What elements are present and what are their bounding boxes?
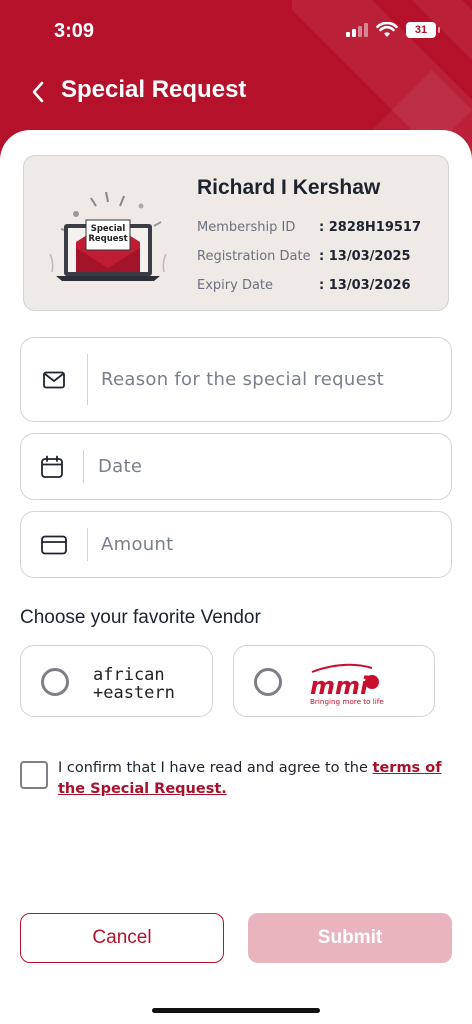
wifi-icon: [376, 22, 398, 37]
signal-icon: [346, 23, 368, 37]
info-label: Membership ID: [197, 220, 296, 235]
status-time: 3:09: [54, 20, 95, 42]
chevron-left-icon: [32, 81, 44, 103]
terms-statement: I confirm that I have read and agree to …: [58, 760, 373, 776]
date-icon-wrap: [21, 434, 83, 499]
mail-icon: [43, 371, 65, 388]
battery-icon: 31: [406, 22, 440, 38]
info-row-expiry-date: Expiry Date : 13/03/2026: [197, 278, 411, 293]
mmi-logo-text: mmi: [310, 672, 369, 700]
vendor-option-african-eastern[interactable]: african +eastern: [20, 645, 213, 717]
status-icons: 31: [346, 22, 440, 38]
african-eastern-logo: african +eastern: [93, 665, 175, 703]
member-name: Richard I Kershaw: [197, 176, 381, 199]
special-request-illustration: Special Request: [49, 191, 167, 281]
african-eastern-logo-line1: african: [93, 665, 165, 685]
membership-card: Special Request Richard I Kershaw Member…: [23, 155, 449, 311]
african-eastern-logo-line2: +eastern: [93, 683, 175, 703]
submit-button[interactable]: Submit: [248, 913, 452, 963]
back-button[interactable]: [22, 74, 54, 110]
mmi-logo: mmi Bringing more to life: [310, 663, 384, 706]
info-row-registration-date: Registration Date : 13/03/2025: [197, 249, 411, 264]
field-separator: [83, 450, 84, 483]
reason-placeholder: Reason for the special request: [101, 369, 385, 390]
info-row-membership-id: Membership ID : 2828H19517: [197, 220, 421, 235]
credit-card-icon: [41, 535, 67, 554]
vendor-option-mmi[interactable]: mmi Bringing more to life: [233, 645, 435, 717]
field-separator: [87, 528, 88, 561]
home-indicator: [152, 1008, 320, 1013]
info-value: : 13/03/2025: [319, 249, 411, 264]
vendor-radio[interactable]: [254, 668, 282, 696]
mmi-tagline: Bringing more to life: [310, 697, 384, 706]
field-separator: [87, 354, 88, 405]
terms-text: I confirm that I have read and agree to …: [58, 758, 452, 800]
info-label: Expiry Date: [197, 278, 274, 293]
page-title: Special Request: [61, 76, 247, 103]
amount-icon-wrap: [21, 512, 87, 577]
vendor-radio[interactable]: [41, 668, 69, 696]
amount-placeholder: Amount: [101, 534, 174, 555]
reason-icon-wrap: [21, 338, 87, 421]
terms-checkbox[interactable]: [20, 761, 48, 789]
info-value: : 2828H19517: [319, 220, 422, 235]
illustration-label-line2: Request: [88, 234, 127, 244]
info-value: : 13/03/2026: [319, 278, 411, 293]
cancel-button[interactable]: Cancel: [20, 913, 224, 963]
info-label: Registration Date: [197, 249, 311, 264]
illustration-label-line1: Special: [91, 224, 126, 234]
calendar-icon: [41, 455, 63, 478]
date-placeholder: Date: [98, 456, 143, 477]
date-field[interactable]: Date: [20, 433, 452, 500]
reason-field[interactable]: Reason for the special request: [20, 337, 452, 422]
amount-field[interactable]: Amount: [20, 511, 452, 578]
vendor-section-title: Choose your favorite Vendor: [20, 607, 261, 628]
